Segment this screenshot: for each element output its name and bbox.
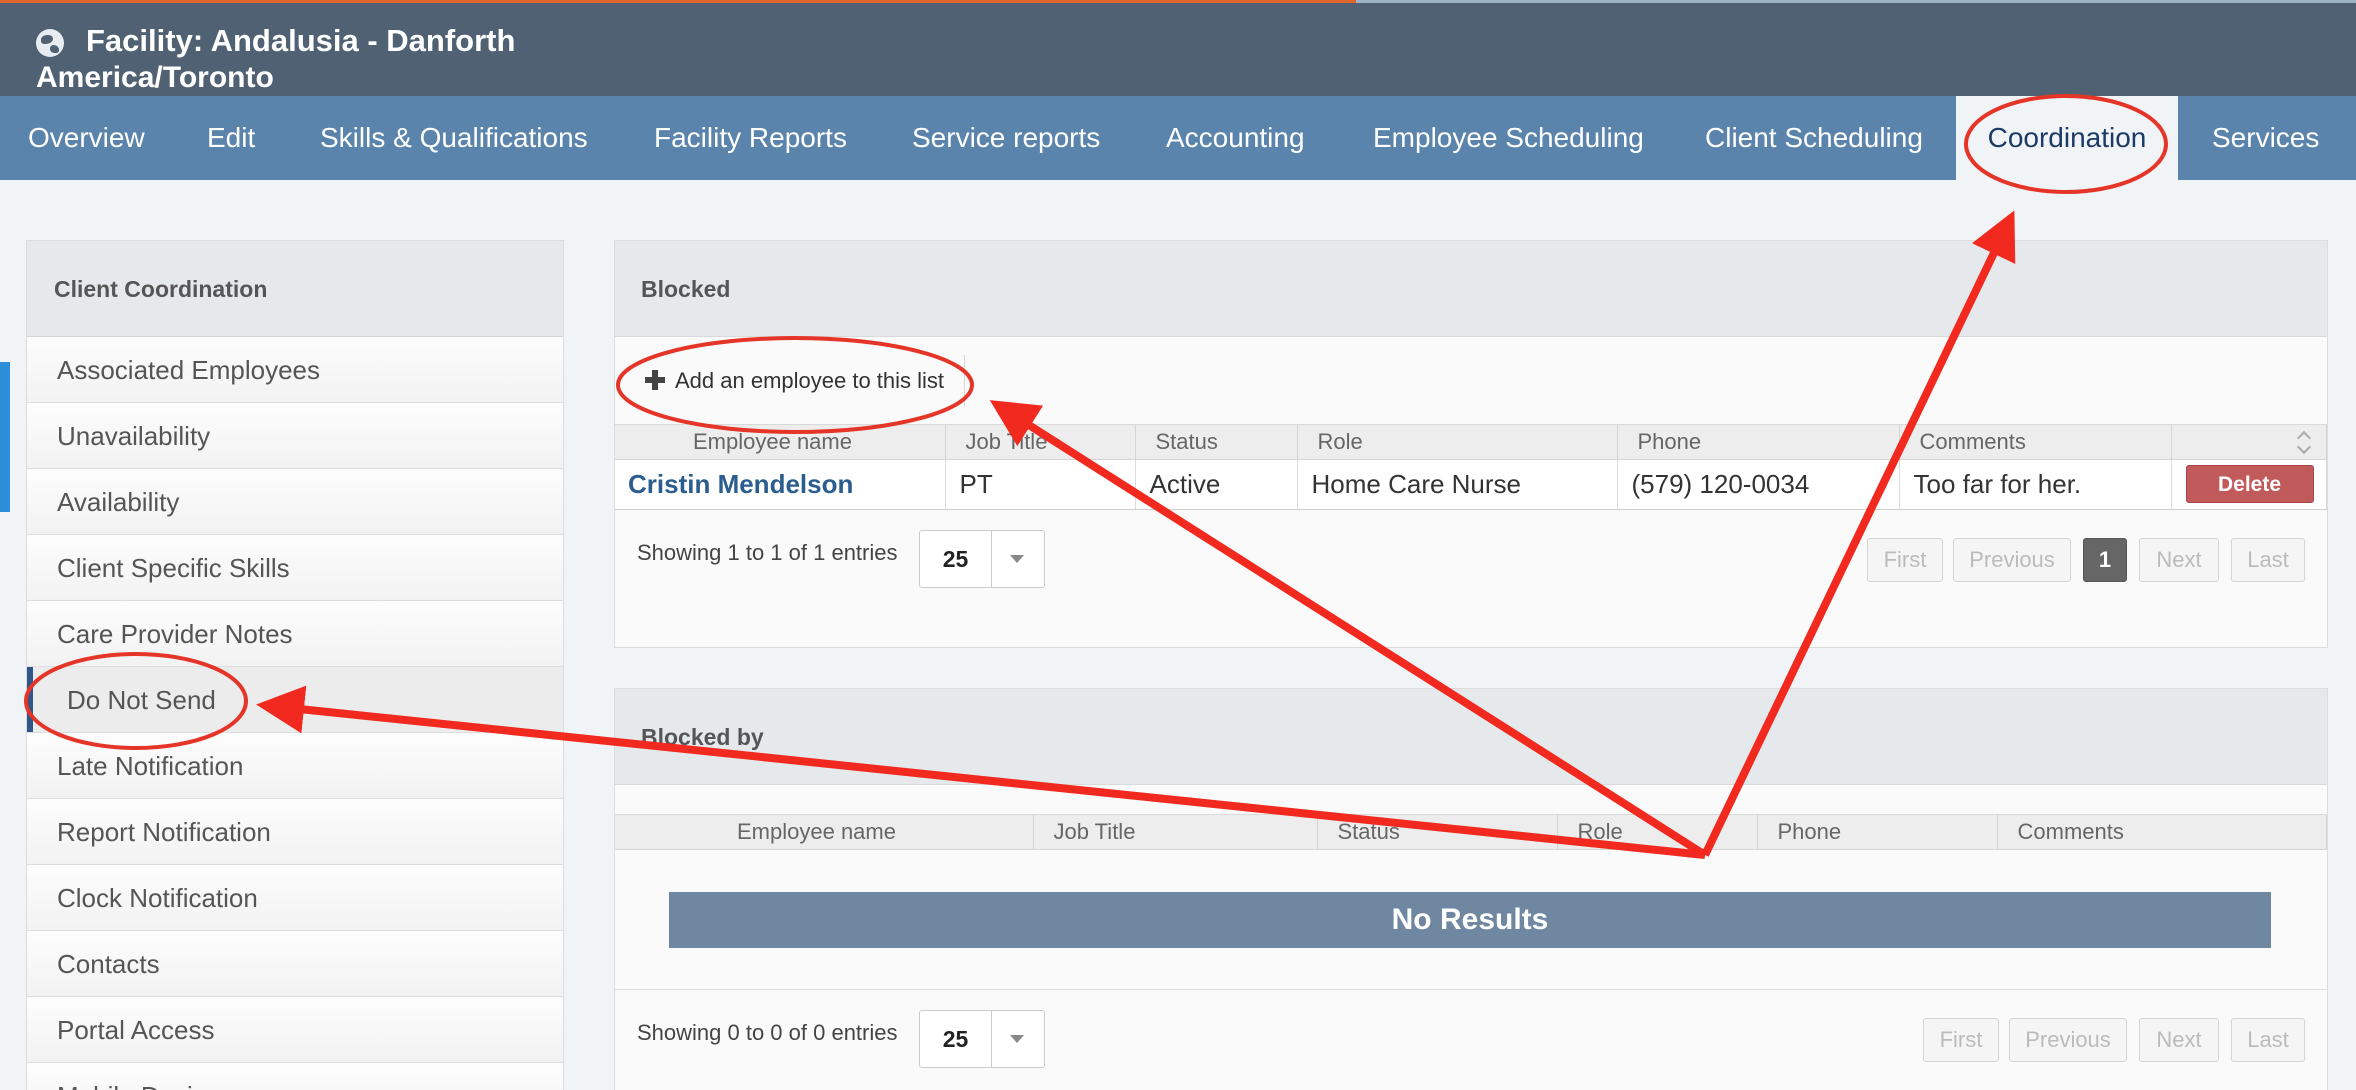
blocked-table: Employee name Job Title Status Role Phon… <box>615 425 2327 510</box>
cell-phone: (579) 120-0034 <box>1617 459 1900 510</box>
sort-icon[interactable] <box>2298 431 2312 453</box>
col-comments[interactable]: Comments <box>1899 425 2172 460</box>
tab-services[interactable]: Services <box>2212 96 2319 180</box>
blocked-by-panel: Blocked by Employee name Job Title Statu… <box>614 688 2328 1090</box>
blocked-footer: Showing 1 to 1 of 1 entries 25 First Pre… <box>615 510 2327 610</box>
blocked-by-footer: Showing 0 to 0 of 0 entries 25 First Pre… <box>615 990 2327 1090</box>
tab-edit[interactable]: Edit <box>207 96 255 180</box>
col-actions[interactable] <box>2171 425 2327 460</box>
pager-last[interactable]: Last <box>2231 537 2305 582</box>
col-phone[interactable]: Phone <box>1757 815 1998 850</box>
col-status[interactable]: Status <box>1317 815 1558 850</box>
col-role[interactable]: Role <box>1557 815 1758 850</box>
pager-first[interactable]: First <box>1867 537 1943 582</box>
plus-icon <box>645 370 665 390</box>
sidebar-item-availability[interactable]: Availability <box>27 469 563 535</box>
pager-next[interactable]: Next <box>2139 537 2219 582</box>
tab-coordination[interactable]: Coordination <box>1956 96 2178 180</box>
entries-info: Showing 0 to 0 of 0 entries <box>637 1019 898 1045</box>
col-phone[interactable]: Phone <box>1617 425 1900 460</box>
pager-current-page[interactable]: 1 <box>2083 537 2127 582</box>
sidebar-item-unavailability[interactable]: Unavailability <box>27 403 563 469</box>
col-employee-name[interactable]: Employee name <box>615 425 946 460</box>
left-edge-strip <box>0 362 10 512</box>
entries-info: Showing 1 to 1 of 1 entries <box>637 539 898 565</box>
header-accent-line <box>1356 0 2356 3</box>
page-size-value: 25 <box>920 530 992 587</box>
pager-first[interactable]: First <box>1923 1017 1999 1062</box>
tab-skills-qualifications[interactable]: Skills & Qualifications <box>320 96 588 180</box>
no-results-banner: No Results <box>669 891 2271 948</box>
sidebar-item-care-provider-notes[interactable]: Care Provider Notes <box>27 601 563 667</box>
delete-button[interactable]: Delete <box>2185 465 2314 503</box>
pager-previous[interactable]: Previous <box>2009 1017 2127 1062</box>
sidebar-item-portal-access[interactable]: Portal Access <box>27 997 563 1063</box>
blocked-by-body: No Results <box>615 850 2327 990</box>
facility-title: Facility: Andalusia - Danforth <box>86 23 516 58</box>
col-status[interactable]: Status <box>1135 425 1298 460</box>
chevron-down-icon <box>1010 554 1024 563</box>
sidebar-item-clock-notification[interactable]: Clock Notification <box>27 865 563 931</box>
table-row: Cristin Mendelson PT Active Home Care Nu… <box>615 459 2327 510</box>
blocked-panel: Blocked Add an employee to this list Emp… <box>614 240 2328 648</box>
add-employee-label: Add an employee to this list <box>675 368 945 393</box>
facility-header: Facility: Andalusia - Danforth America/T… <box>0 0 2356 96</box>
blocked-title: Blocked <box>615 241 2327 337</box>
page-size-select[interactable]: 25 <box>919 1009 1045 1068</box>
tab-service-reports[interactable]: Service reports <box>912 96 1100 180</box>
cell-status: Active <box>1135 459 1298 510</box>
col-role[interactable]: Role <box>1297 425 1618 460</box>
tab-facility-reports[interactable]: Facility Reports <box>654 96 847 180</box>
sidebar-item-do-not-send[interactable]: Do Not Send <box>27 667 563 733</box>
cell-role: Home Care Nurse <box>1297 459 1618 510</box>
cell-comments: Too far for her. <box>1899 459 2172 510</box>
pager-next[interactable]: Next <box>2139 1017 2219 1062</box>
globe-icon <box>36 29 64 57</box>
add-employee-button[interactable]: Add an employee to this list <box>631 355 966 407</box>
tab-overview[interactable]: Overview <box>28 96 145 180</box>
sidebar-item-client-specific-skills[interactable]: Client Specific Skills <box>27 535 563 601</box>
sidebar-title: Client Coordination <box>27 241 563 337</box>
sidebar-item-mobile-devices[interactable]: Mobile Devices <box>27 1063 563 1090</box>
pager-last[interactable]: Last <box>2231 1017 2305 1062</box>
page-size-select[interactable]: 25 <box>919 529 1045 588</box>
chevron-down-icon <box>1010 1034 1024 1043</box>
tab-client-scheduling[interactable]: Client Scheduling <box>1705 96 1923 180</box>
employee-name-link[interactable]: Cristin Mendelson <box>628 469 853 499</box>
main-nav: Overview Edit Skills & Qualifications Fa… <box>0 96 2356 180</box>
sidebar-item-associated-employees[interactable]: Associated Employees <box>27 337 563 403</box>
pager-previous[interactable]: Previous <box>1953 537 2071 582</box>
col-employee-name[interactable]: Employee name <box>615 815 1034 850</box>
facility-timezone: America/Toronto <box>36 61 274 94</box>
col-job-title[interactable]: Job Title <box>1033 815 1318 850</box>
coordination-sidebar: Client Coordination Associated Employees… <box>26 240 564 1090</box>
tab-employee-scheduling[interactable]: Employee Scheduling <box>1373 96 1644 180</box>
page-size-value: 25 <box>920 1010 992 1067</box>
blocked-by-toolbar <box>615 785 2327 815</box>
blocked-toolbar: Add an employee to this list <box>615 337 2327 425</box>
sidebar-item-contacts[interactable]: Contacts <box>27 931 563 997</box>
col-comments[interactable]: Comments <box>1997 815 2327 850</box>
sidebar-item-report-notification[interactable]: Report Notification <box>27 799 563 865</box>
col-job-title[interactable]: Job Title <box>945 425 1136 460</box>
sidebar-item-late-notification[interactable]: Late Notification <box>27 733 563 799</box>
cell-job-title: PT <box>945 459 1136 510</box>
blocked-by-table: Employee name Job Title Status Role Phon… <box>615 815 2327 850</box>
blocked-by-title: Blocked by <box>615 689 2327 785</box>
tab-accounting[interactable]: Accounting <box>1166 96 1305 180</box>
